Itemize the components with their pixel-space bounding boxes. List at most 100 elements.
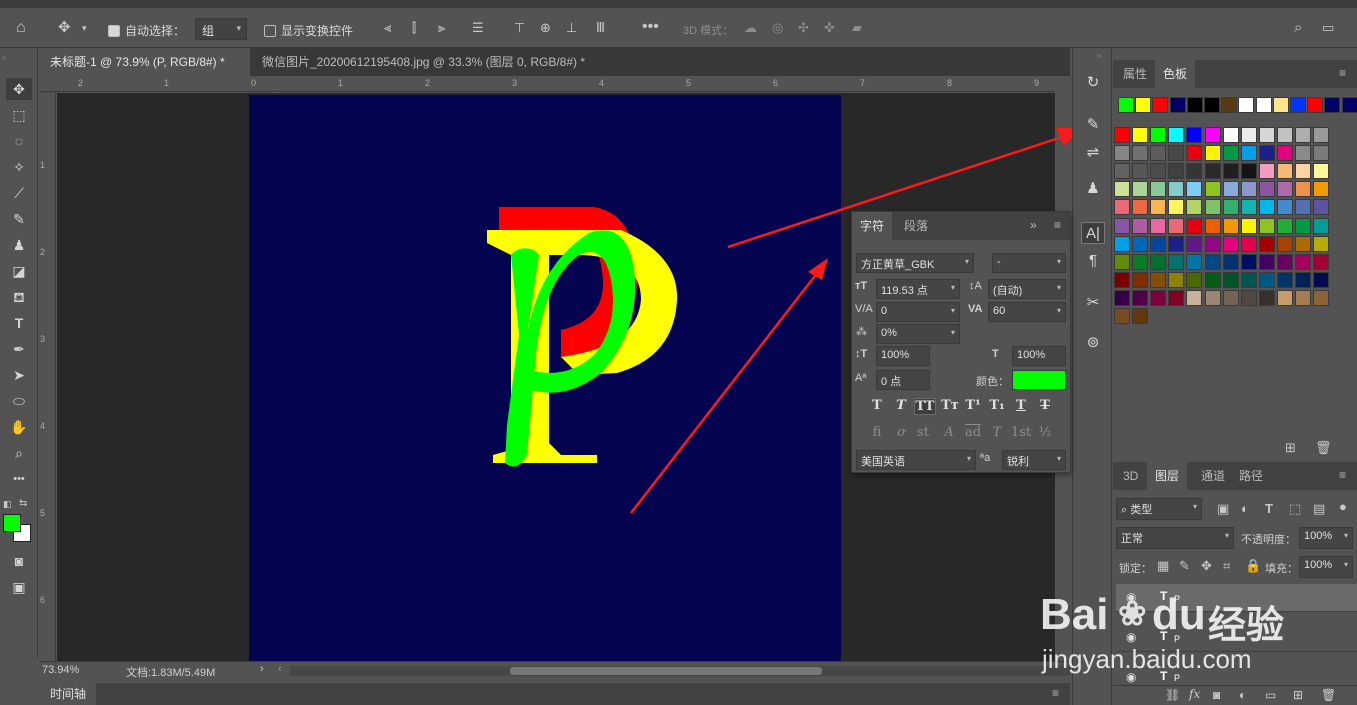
swatch[interactable] <box>1114 145 1130 162</box>
swatch[interactable] <box>1295 181 1311 198</box>
swatch[interactable] <box>1295 199 1311 216</box>
tools-preset-icon[interactable]: ✂ <box>1081 292 1105 314</box>
swatch[interactable] <box>1204 217 1221 234</box>
swatch[interactable] <box>1222 181 1239 198</box>
eyedropper-icon[interactable]: ⟋ <box>6 182 32 204</box>
horizontal-scale-field[interactable]: 100% <box>1012 346 1066 366</box>
scrollbar-thumb[interactable] <box>510 667 822 675</box>
ordinals-icon[interactable]: 1st <box>1010 425 1032 440</box>
swatch[interactable] <box>1295 235 1311 252</box>
align-hcenter-icon[interactable]: ⫿ <box>412 20 416 36</box>
swatch[interactable] <box>1258 235 1275 252</box>
font-style-dropdown[interactable]: - ▾ <box>992 253 1066 273</box>
tab-channels[interactable]: 通道 <box>1193 462 1233 490</box>
kerning-field[interactable]: 0 ▾ <box>876 302 960 322</box>
swatch[interactable] <box>1295 145 1311 162</box>
recent-swatch[interactable] <box>1238 97 1255 113</box>
swatch[interactable] <box>1114 289 1130 306</box>
swatch[interactable] <box>1168 289 1185 306</box>
tab-character[interactable]: 字符 <box>852 212 893 240</box>
swatch[interactable] <box>1295 253 1311 270</box>
layer-filter-dropdown[interactable]: ⌕ 类型 ▾ <box>1116 498 1202 520</box>
delete-swatch-icon[interactable]: 🗑 <box>1315 440 1332 456</box>
lock-transparent-icon[interactable]: ▦ <box>1157 558 1169 574</box>
swatch[interactable] <box>1240 127 1257 143</box>
paragraph-panel-icon[interactable]: ¶ <box>1081 250 1105 272</box>
filter-shape-icon[interactable]: ⬚ <box>1289 501 1301 517</box>
swatch[interactable] <box>1313 271 1330 288</box>
status-menu-arrow-icon[interactable]: › <box>260 663 264 675</box>
quick-mask-icon[interactable]: ◙ <box>6 550 32 572</box>
new-swatch-icon[interactable]: ⊞ <box>1285 440 1296 456</box>
vertical-scale-field[interactable]: 100% <box>876 346 930 366</box>
recent-swatch[interactable] <box>1204 97 1220 113</box>
swatch[interactable] <box>1240 253 1257 270</box>
swatch[interactable] <box>1150 181 1167 198</box>
swatch[interactable] <box>1313 181 1330 198</box>
swatch[interactable] <box>1313 163 1330 180</box>
swatch[interactable] <box>1168 217 1185 234</box>
lock-position-icon[interactable]: ✥ <box>1201 558 1212 574</box>
swatch[interactable] <box>1240 145 1257 162</box>
recent-swatch[interactable] <box>1118 97 1134 113</box>
swatch[interactable] <box>1313 253 1330 270</box>
swatch[interactable] <box>1313 289 1330 306</box>
swatch[interactable] <box>1114 163 1130 180</box>
tab-properties[interactable]: 属性 <box>1115 60 1155 88</box>
foreground-color-swatch[interactable] <box>3 514 21 532</box>
screen-mode-icon[interactable]: ▣ <box>6 576 32 598</box>
ellipse-tool-icon[interactable]: ⬭ <box>6 390 32 412</box>
tab-document-1[interactable]: 未标题-1 @ 73.9% (P, RGB/8#) * × <box>40 48 250 97</box>
tab-document-2[interactable]: 微信图片_20200612195408.jpg @ 33.3% (图层 0, R… <box>252 48 612 97</box>
swatch[interactable] <box>1114 127 1130 143</box>
baseline-shift-field[interactable]: 0 点 <box>876 370 930 390</box>
swatch[interactable] <box>1295 163 1311 180</box>
path-select-icon[interactable]: ➤ <box>6 364 32 386</box>
align-top-icon[interactable]: ⊤ <box>514 20 525 36</box>
swatch[interactable] <box>1114 199 1130 216</box>
swatch[interactable] <box>1186 253 1203 270</box>
recent-swatch[interactable] <box>1255 97 1272 113</box>
hand-tool-icon[interactable]: ✋ <box>6 416 32 438</box>
distribute-icon[interactable]: ☰ <box>472 20 484 36</box>
recent-swatch[interactable] <box>1307 97 1324 113</box>
swatch[interactable] <box>1168 163 1185 180</box>
swatch[interactable] <box>1150 145 1167 162</box>
swatch[interactable] <box>1132 235 1149 252</box>
swatch[interactable] <box>1276 163 1293 180</box>
zoom-level[interactable]: 73.94% <box>42 664 79 676</box>
swatch[interactable] <box>1313 217 1330 234</box>
lock-artboard-icon[interactable]: ⌗ <box>1223 558 1230 574</box>
swatch[interactable] <box>1295 289 1311 306</box>
swatch[interactable] <box>1222 199 1239 216</box>
recent-swatch[interactable] <box>1152 97 1169 113</box>
swatch[interactable] <box>1258 271 1275 288</box>
swatch[interactable] <box>1222 271 1239 288</box>
recent-swatch[interactable] <box>1169 97 1186 113</box>
swatch[interactable] <box>1186 289 1203 306</box>
swatch[interactable] <box>1204 181 1221 198</box>
panel-menu-icon[interactable]: ≡ <box>1339 468 1346 482</box>
recent-swatch[interactable] <box>1135 97 1152 113</box>
swatch[interactable] <box>1114 235 1130 252</box>
horizontal-scrollbar[interactable] <box>290 666 1070 676</box>
swatch[interactable] <box>1168 235 1185 252</box>
recent-swatch[interactable] <box>1221 97 1238 113</box>
swatch[interactable] <box>1186 271 1203 288</box>
swatch[interactable] <box>1114 181 1130 198</box>
swatch[interactable] <box>1222 235 1239 252</box>
tab-3d[interactable]: 3D <box>1115 462 1146 490</box>
swatch[interactable] <box>1132 289 1149 306</box>
distribute-v-icon[interactable]: Ⅲ <box>596 20 605 36</box>
swatch[interactable] <box>1240 235 1257 252</box>
swatch[interactable] <box>1168 271 1185 288</box>
swatch[interactable] <box>1168 127 1185 143</box>
swash-icon[interactable]: A <box>940 425 958 440</box>
brush-tool-icon[interactable]: ✎ <box>6 208 32 230</box>
swatch[interactable] <box>1132 163 1149 180</box>
character-panel-icon[interactable]: A| <box>1081 222 1105 244</box>
swatch[interactable] <box>1276 199 1293 216</box>
swatch[interactable] <box>1222 289 1239 306</box>
swatch[interactable] <box>1313 145 1330 162</box>
collapse-icon[interactable]: » <box>2 50 6 66</box>
